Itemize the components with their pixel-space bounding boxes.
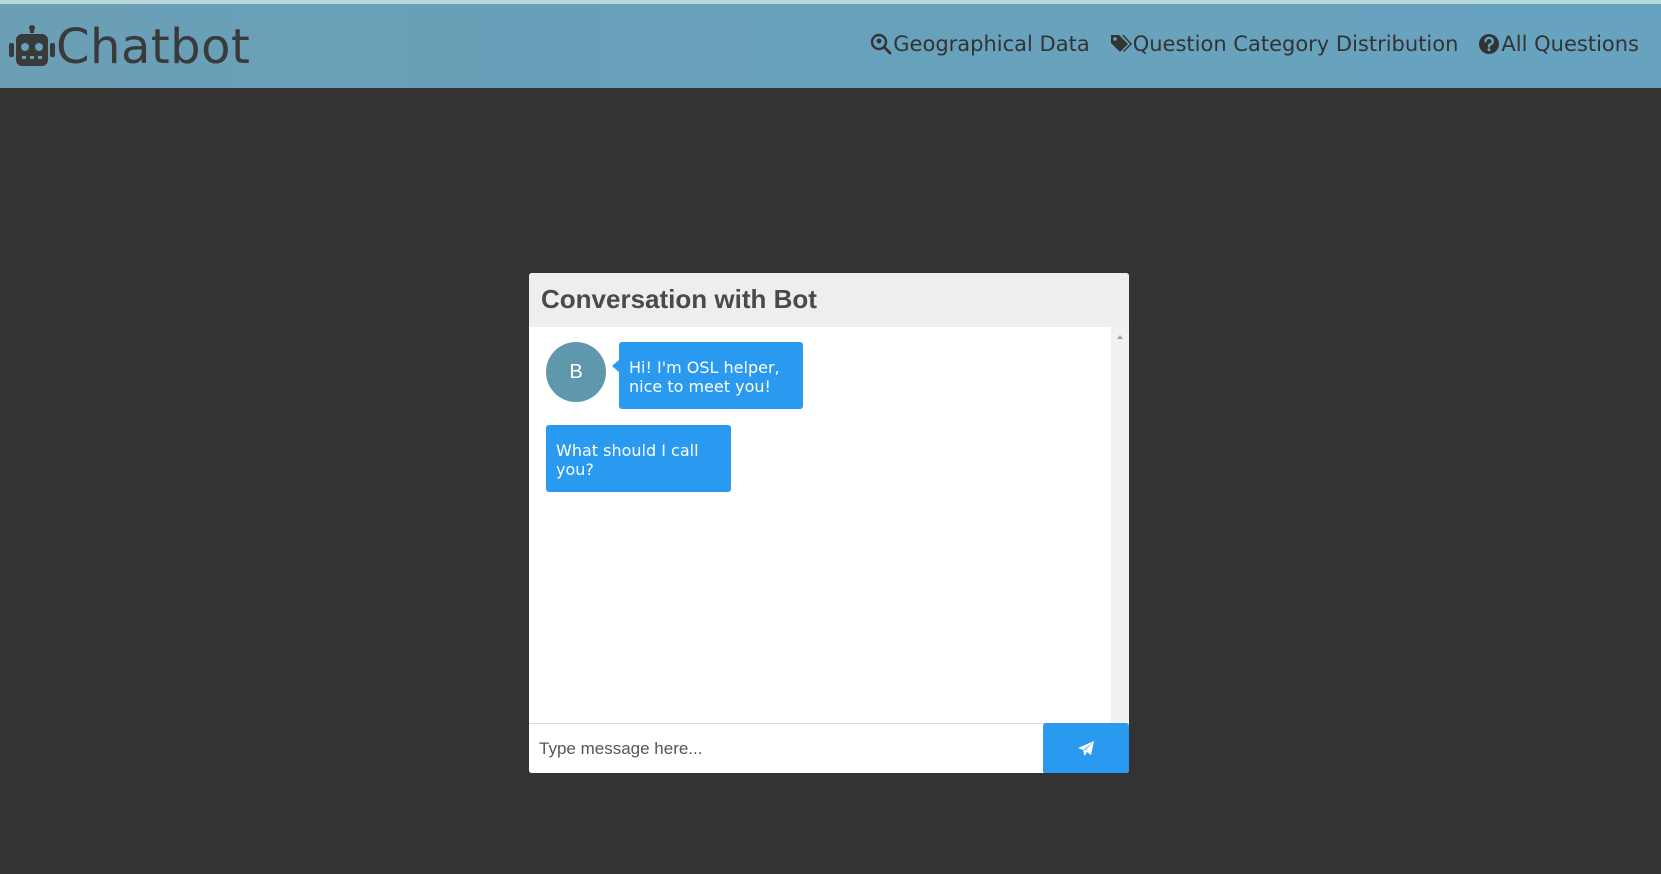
- bot-message-text: Hi! I'm OSL helper, nice to meet you!: [629, 358, 780, 396]
- navbar: Chatbot Geographical Data Question Categ…: [0, 4, 1661, 88]
- bot-avatar: B: [546, 342, 606, 402]
- chat-header: Conversation with Bot: [529, 273, 1129, 327]
- chat-messages[interactable]: B Hi! I'm OSL helper, nice to meet you! …: [529, 327, 1111, 723]
- bot-avatar-letter: B: [569, 360, 583, 383]
- chat-panel: Conversation with Bot B Hi! I'm OSL help…: [529, 273, 1129, 773]
- scroll-up-arrow-icon[interactable]: [1117, 335, 1123, 339]
- question-circle-icon: [1479, 34, 1500, 54]
- nav-geographical-data-label: Geographical Data: [893, 32, 1090, 56]
- nav-all-questions[interactable]: All Questions: [1478, 32, 1639, 56]
- robot-icon: [9, 25, 55, 66]
- chat-scrollbar[interactable]: [1111, 327, 1129, 723]
- nav-links: Geographical Data Question Category Dist…: [850, 32, 1639, 56]
- message-input-bar: [529, 723, 1129, 773]
- chat-title: Conversation with Bot: [541, 284, 817, 314]
- map-search-icon: [871, 33, 892, 55]
- brand-link[interactable]: Chatbot: [8, 20, 250, 74]
- bot-message-text: What should I call you?: [556, 441, 699, 479]
- brand-title: Chatbot: [56, 19, 251, 75]
- nav-geographical-data[interactable]: Geographical Data: [870, 32, 1090, 56]
- send-button[interactable]: [1043, 723, 1129, 773]
- paper-plane-icon: [1078, 740, 1094, 756]
- bot-message: Hi! I'm OSL helper, nice to meet you!: [612, 342, 803, 409]
- tags-icon: [1110, 35, 1132, 52]
- message-input[interactable]: [529, 724, 1043, 773]
- nav-all-questions-label: All Questions: [1501, 32, 1639, 56]
- nav-question-category-distribution-label: Question Category Distribution: [1132, 32, 1459, 56]
- nav-question-category-distribution[interactable]: Question Category Distribution: [1110, 32, 1459, 56]
- bot-message: What should I call you?: [546, 425, 731, 492]
